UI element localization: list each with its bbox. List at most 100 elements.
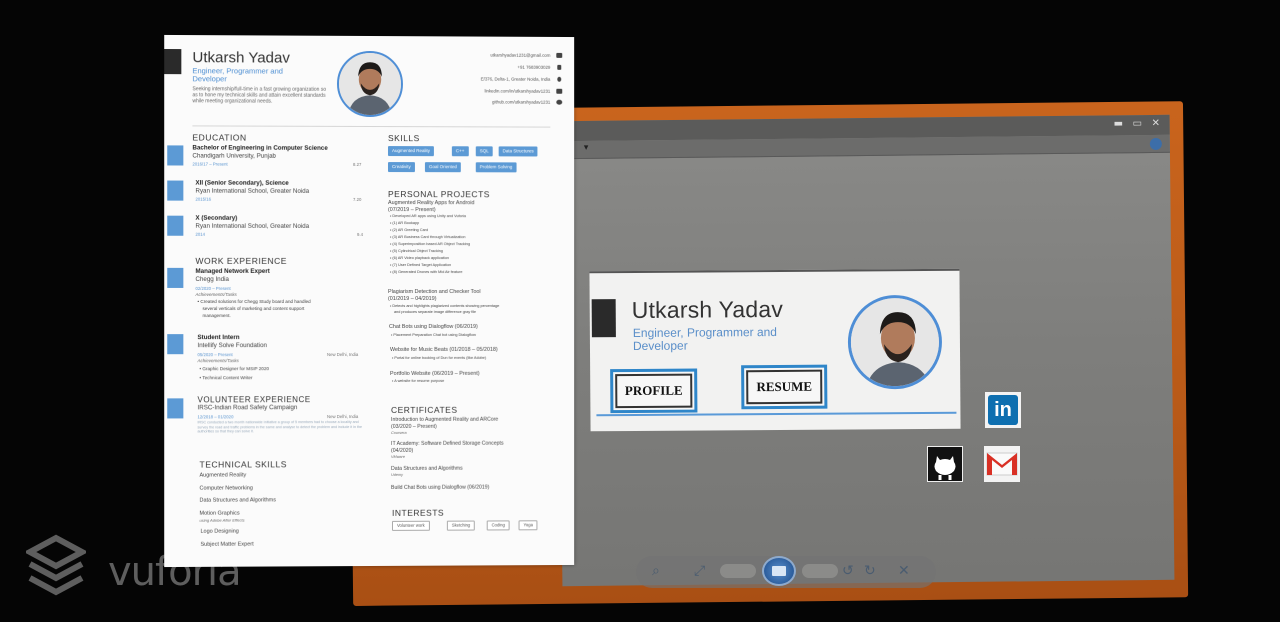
timeline-marker — [167, 145, 184, 166]
education-title: Bachelor of Engineering in Computer Scie… — [192, 144, 328, 152]
project-date: (01/2019 – 04/2019) — [387, 296, 437, 302]
resume-summary: Seeking internship/full-time in a fast g… — [192, 86, 327, 105]
interest-tag: Sketching — [446, 520, 476, 531]
project-bullet: • (3) AR Business Card through Virtualiz… — [389, 235, 466, 240]
contact-github[interactable]: github.com/utkarshyadav1231 — [492, 99, 550, 104]
timeline-marker — [167, 180, 184, 201]
maximize-icon[interactable]: ▭ — [1133, 118, 1143, 129]
person-avatar-icon — [338, 52, 402, 116]
timeline-marker — [167, 215, 184, 236]
education-title: X (Secondary) — [195, 214, 238, 222]
linkedin-glyph: in — [988, 395, 1018, 425]
resume-button[interactable]: RESUME — [741, 364, 828, 410]
certificate-issuer: Coursera — [390, 430, 407, 435]
work-bullet: • Technical Content Writer — [199, 375, 253, 381]
certificate-date: (03/2020 – Present) — [390, 423, 437, 430]
education-title: XII (Senior Secondary), Science — [195, 179, 289, 187]
interest-tag: Volunteer work — [391, 520, 430, 531]
interest-tag: Yoga — [518, 520, 538, 531]
resume-marker-block — [164, 48, 182, 75]
github-octocat-icon — [934, 456, 956, 480]
project-bullet: • Developed AR apps using Unity and Vufo… — [389, 214, 466, 219]
contact-linkedin[interactable]: linkedin.com/in/utkarshyadav1231 — [485, 88, 551, 93]
work-bullet: • Graphic Designer for MSIP 2020 — [199, 366, 270, 372]
zoom-icon[interactable]: ⌕ — [652, 563, 660, 579]
certificate-title: Build Chat Bots using Dialogflow (06/201… — [390, 484, 490, 491]
work-org: Chegg India — [195, 275, 230, 283]
viewer-toolbar: ⌕ ⤢ ↺ ↻ ✕ — [636, 556, 936, 588]
chevron-down-icon[interactable]: ▾ — [584, 143, 589, 153]
rotate-left-icon[interactable]: ↺ — [842, 563, 854, 579]
technical-skill: Computer Networking — [199, 485, 253, 492]
skills-heading: SKILLS — [387, 133, 420, 144]
work-date: 02/2020 – Present — [195, 285, 231, 291]
slideshow-icon — [772, 566, 786, 576]
projects-heading: PERSONAL PROJECTS — [387, 189, 490, 200]
certificate-issuer: VMware — [390, 454, 405, 459]
project-title: Augmented Reality Apps for Android — [387, 200, 475, 207]
project-bullet: • Detects and highlights plagiarized con… — [389, 303, 500, 308]
slide-subtitle: Engineer, Programmer and Developer — [632, 324, 778, 353]
work-bullet-cont: several verticals of marketing and conte… — [202, 306, 305, 312]
education-heading: EDUCATION — [192, 132, 247, 143]
skill-tag: Goal Oriented — [424, 162, 461, 173]
rotate-right-icon[interactable]: ↻ — [864, 563, 876, 579]
minimize-icon[interactable]: ▬ — [1114, 118, 1124, 129]
delete-icon[interactable]: ✕ — [898, 563, 910, 579]
project-bullet: • Portal for online booking of Dun for e… — [391, 355, 487, 360]
github-icon[interactable] — [927, 446, 963, 482]
work-location: New Delhi, India — [326, 352, 359, 358]
resume-profile-photo — [336, 50, 403, 118]
resume-divider — [192, 125, 551, 128]
slide-name: Utkarsh Yadav — [631, 295, 784, 323]
interest-tag: Coding — [486, 520, 510, 531]
work-heading: WORK EXPERIENCE — [195, 255, 287, 266]
linkedin-icon[interactable]: in — [985, 392, 1021, 428]
project-bullet: • (7) User Defined Target Application — [389, 263, 452, 268]
project-bullet: • (4) Superimposition based AR Object Tr… — [389, 242, 471, 247]
certificate-title: Data Structures and Algorithms — [390, 465, 463, 472]
skill-tag: Data Structures — [498, 146, 538, 157]
close-icon[interactable]: ✕ — [1152, 118, 1161, 129]
next-button[interactable] — [802, 564, 838, 578]
skill-tag: C++ — [451, 146, 469, 157]
project-bullet-cont: and produces separate image difference g… — [393, 309, 477, 314]
project-bullet: • (8) Generated Drones with Mid Air feat… — [389, 270, 463, 275]
location-icon — [557, 76, 562, 82]
certificate-date: (04/2020) — [390, 447, 414, 454]
portfolio-slide: Utkarsh Yadav Engineer, Programmer and D… — [589, 268, 961, 432]
project-title: Plagiarism Detection and Checker Tool — [387, 289, 481, 296]
education-grade: 9.4 — [356, 231, 363, 237]
contact-phone: +91 7683903029 — [517, 64, 551, 70]
vuforia-logo-icon — [26, 534, 86, 596]
slideshow-button[interactable] — [762, 556, 796, 586]
certificate-title: IT Academy: Software Defined Storage Con… — [390, 440, 504, 447]
education-school: Ryan International School, Greater Noida — [195, 187, 310, 195]
technical-skill: Augmented Reality — [199, 472, 247, 479]
work-date: 05/2020 – Present — [197, 352, 233, 358]
volunteer-title: IRSC-Indian Road Safety Campaign — [197, 404, 298, 412]
gmail-icon[interactable] — [984, 446, 1020, 482]
technical-skill-note: using Adobe After Effects — [199, 517, 245, 523]
education-school: Ryan International School, Greater Noida — [195, 222, 310, 230]
project-date: (07/2019 – Present) — [387, 207, 436, 214]
technical-skill: Logo Designing — [200, 528, 239, 535]
volunteer-description: IRSC conducted a two month nationwide in… — [197, 420, 362, 434]
timeline-marker — [167, 398, 184, 419]
profile-button[interactable]: PROFILE — [610, 368, 698, 414]
linkedin-small-icon — [556, 88, 563, 94]
project-bullet: • (5) Cylindrical Object Tracking — [389, 249, 443, 254]
resume-subtitle: Engineer, Programmer and Developer — [192, 66, 283, 84]
skill-tag: Creativity — [387, 162, 415, 173]
education-school: Chandigarh University, Punjab — [192, 152, 276, 160]
previous-button[interactable] — [720, 564, 756, 578]
work-org: Intellify Solve Foundation — [197, 342, 267, 350]
actual-size-icon[interactable]: ⤢ — [694, 563, 705, 579]
contact-location: E/376, Delta-1, Greater Noida, India — [480, 76, 551, 82]
contact-email[interactable]: utkarshyadav1231@gmail.com — [490, 53, 550, 58]
skill-tag: SQL — [475, 146, 493, 157]
technical-skill: Data Structures and Algorithms — [199, 497, 276, 504]
help-icon[interactable] — [1149, 137, 1162, 151]
work-title: Managed Network Expert — [195, 267, 270, 275]
github-small-icon — [556, 99, 563, 105]
